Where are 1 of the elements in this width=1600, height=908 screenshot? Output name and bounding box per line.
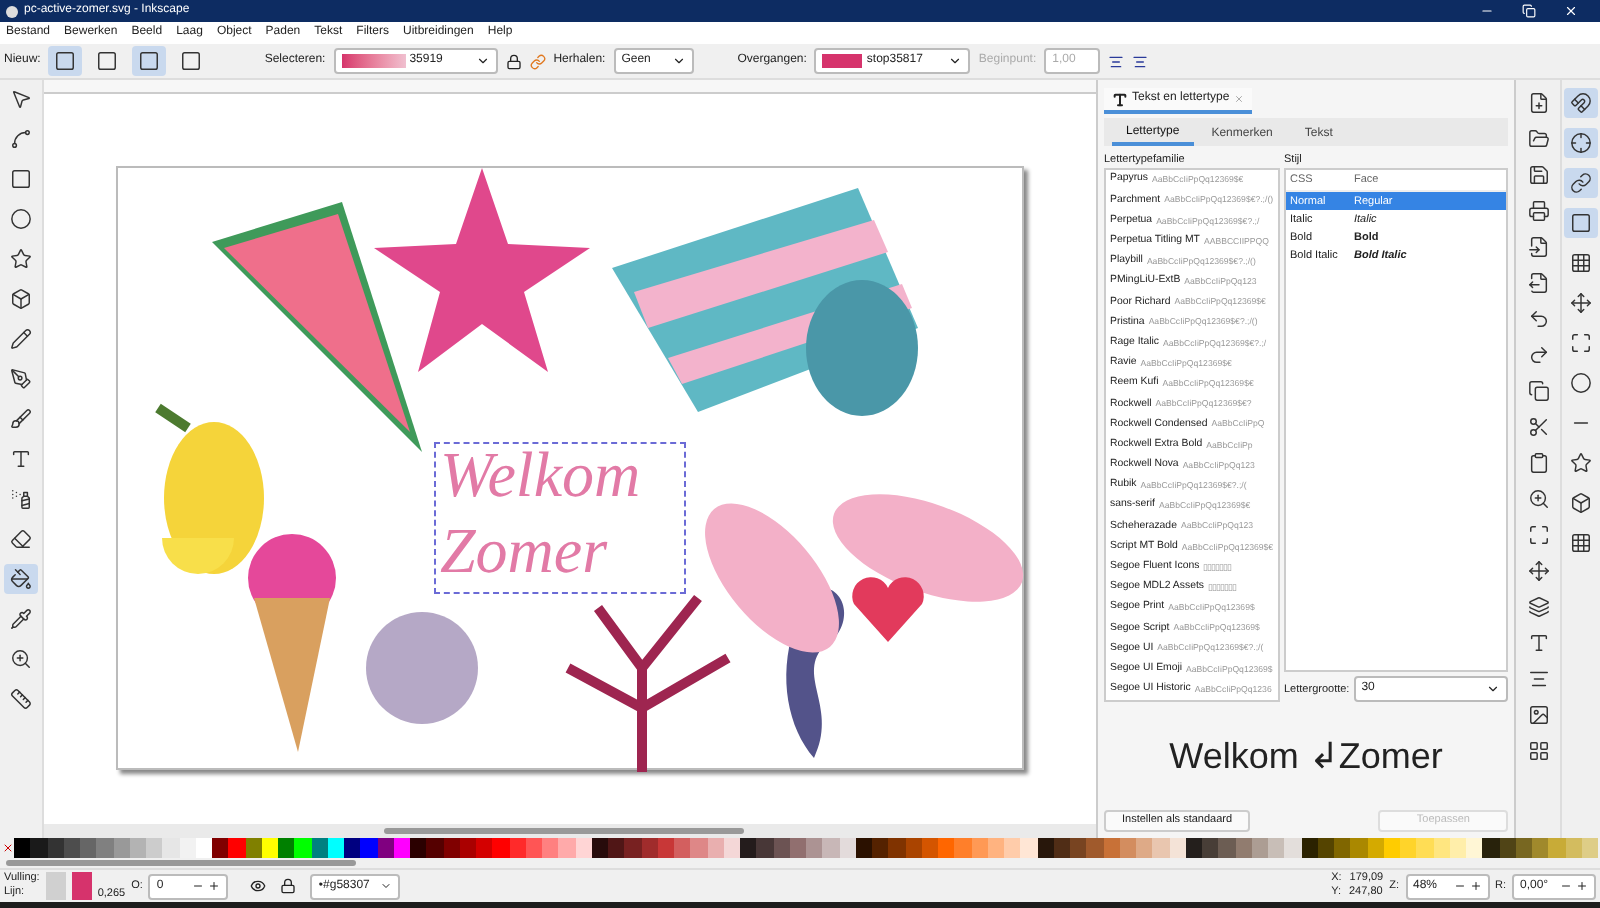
- font-preview: Welkom ↲Zomer: [1169, 733, 1443, 780]
